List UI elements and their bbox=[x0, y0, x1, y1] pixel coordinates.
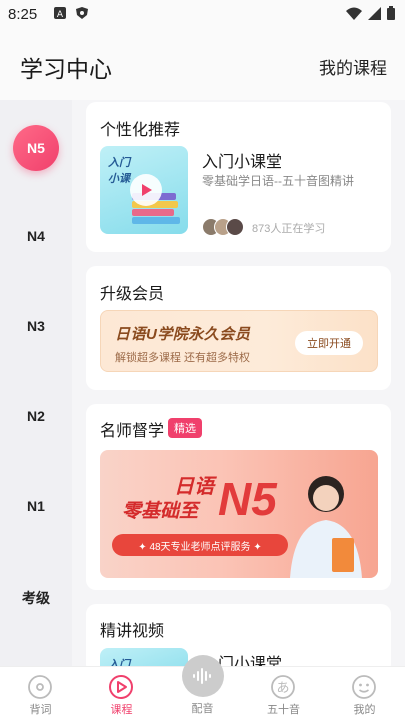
level-item-n2[interactable]: N2 bbox=[0, 408, 72, 424]
mentor-title: 名师督学 bbox=[100, 423, 165, 440]
tab-mine-label: 我的 bbox=[353, 704, 376, 716]
learner-count: 873人正在学习 bbox=[252, 223, 326, 235]
status-time: 8:25 bbox=[8, 6, 38, 23]
featured-badge: 精选 bbox=[168, 418, 202, 438]
thumb-label-1: 入门 bbox=[108, 157, 130, 169]
play-icon bbox=[130, 174, 162, 206]
recommend-title: 个性化推荐 bbox=[100, 122, 181, 139]
recommend-card: 个性化推荐 入门 小课 入门小课堂 零基础学日语--五十音图精讲 873人正在学… bbox=[86, 102, 391, 252]
vip-banner[interactable]: 日语U学院永久会员 解锁超多课程 还有超多特权 立即开通 bbox=[100, 310, 378, 372]
course-title[interactable]: 入门小课堂 bbox=[202, 148, 282, 172]
tab-courses-label: 课程 bbox=[110, 704, 133, 716]
words-tab-icon bbox=[28, 675, 52, 699]
tab-courses[interactable]: 课程 bbox=[81, 667, 162, 720]
promo-service-bar: ✦ 48天专业老师点评服务 ✦ bbox=[112, 534, 288, 556]
status-bar: 8:25 A bbox=[0, 0, 405, 28]
signal-icon bbox=[368, 6, 381, 20]
thumb-label-2: 小课 bbox=[108, 173, 130, 185]
tab-dubbing-label: 配音 bbox=[191, 703, 214, 715]
svg-text:A: A bbox=[57, 10, 64, 19]
kana-tab-icon: あ bbox=[271, 675, 295, 699]
tab-words[interactable]: 背词 bbox=[0, 667, 81, 720]
learner-avatars bbox=[202, 218, 244, 236]
tab-words-label: 背词 bbox=[29, 704, 52, 716]
teacher-photo-icon bbox=[290, 476, 362, 578]
vip-banner-subtitle: 解锁超多课程 还有超多特权 bbox=[115, 352, 251, 364]
tab-kana-label: 五十音 bbox=[267, 704, 300, 716]
level-item-n1[interactable]: N1 bbox=[0, 498, 72, 514]
shield-status-icon bbox=[76, 7, 88, 19]
mentor-promo-banner[interactable]: 日语 零基础至 N5 ✦ 48天专业老师点评服务 ✦ bbox=[100, 450, 378, 578]
avatar bbox=[226, 218, 244, 236]
level-item-n3[interactable]: N3 bbox=[0, 318, 72, 334]
svg-text:あ: あ bbox=[276, 681, 289, 696]
level-item-n5-active[interactable]: N5 bbox=[13, 125, 59, 171]
level-item-n4[interactable]: N4 bbox=[0, 228, 72, 244]
mentor-card: 名师督学 精选 日语 零基础至 N5 ✦ 48天专业老师点评服务 ✦ bbox=[86, 404, 391, 590]
promo-n5: N5 bbox=[218, 473, 277, 525]
promo-line-1: 日语 bbox=[174, 476, 214, 498]
video-title: 精讲视频 bbox=[100, 623, 165, 640]
courses-tab-icon bbox=[109, 675, 133, 699]
notification-a-icon: A bbox=[54, 7, 66, 19]
header: 学习中心 我的课程 bbox=[0, 28, 405, 100]
vip-title: 升级会员 bbox=[100, 286, 165, 303]
tab-kana[interactable]: あ 五十音 bbox=[243, 667, 324, 720]
wifi-icon bbox=[346, 7, 362, 20]
tab-mine[interactable]: 我的 bbox=[324, 667, 405, 720]
level-item-exam[interactable]: 考级 bbox=[0, 588, 72, 608]
open-vip-button[interactable]: 立即开通 bbox=[295, 331, 363, 355]
course-subtitle: 零基础学日语--五十音图精讲 bbox=[202, 174, 354, 188]
battery-icon bbox=[387, 6, 395, 20]
my-courses-link[interactable]: 我的课程 bbox=[319, 54, 387, 79]
vip-card: 升级会员 日语U学院永久会员 解锁超多课程 还有超多特权 立即开通 bbox=[86, 266, 391, 390]
vip-banner-title: 日语U学院永久会员 bbox=[115, 326, 251, 343]
promo-line-2: 零基础至 bbox=[122, 501, 199, 522]
soundwave-icon bbox=[193, 668, 211, 684]
video-card: 精讲视频 入门 入门小课堂 bbox=[86, 604, 391, 688]
level-rail: N5 N4 N3 N2 N1 考级 bbox=[0, 100, 72, 666]
course-thumbnail[interactable]: 入门 小课 bbox=[100, 146, 188, 234]
profile-tab-icon bbox=[352, 675, 376, 699]
dubbing-button[interactable] bbox=[182, 655, 224, 697]
page-title: 学习中心 bbox=[20, 56, 112, 82]
